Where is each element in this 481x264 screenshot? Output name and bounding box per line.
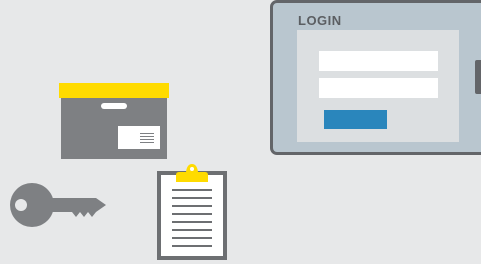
- box-label: [118, 126, 160, 149]
- login-title: LOGIN: [298, 13, 342, 28]
- login-device: LOGIN: [270, 0, 481, 155]
- box-body: [61, 98, 167, 159]
- login-submit-button[interactable]: [324, 110, 387, 129]
- key-icon: [10, 183, 106, 227]
- clipboard-icon: [157, 162, 227, 260]
- login-panel: [297, 30, 459, 142]
- clipboard-clip: [176, 164, 208, 182]
- archive-box-icon: [59, 83, 169, 159]
- clipboard-board: [157, 171, 227, 260]
- clipboard-lines: [172, 189, 212, 249]
- password-field[interactable]: [319, 78, 438, 98]
- username-field[interactable]: [319, 51, 438, 71]
- box-handle: [101, 103, 127, 109]
- box-label-lines: [140, 133, 154, 144]
- device-side-button: [475, 60, 481, 94]
- box-lid: [59, 83, 169, 98]
